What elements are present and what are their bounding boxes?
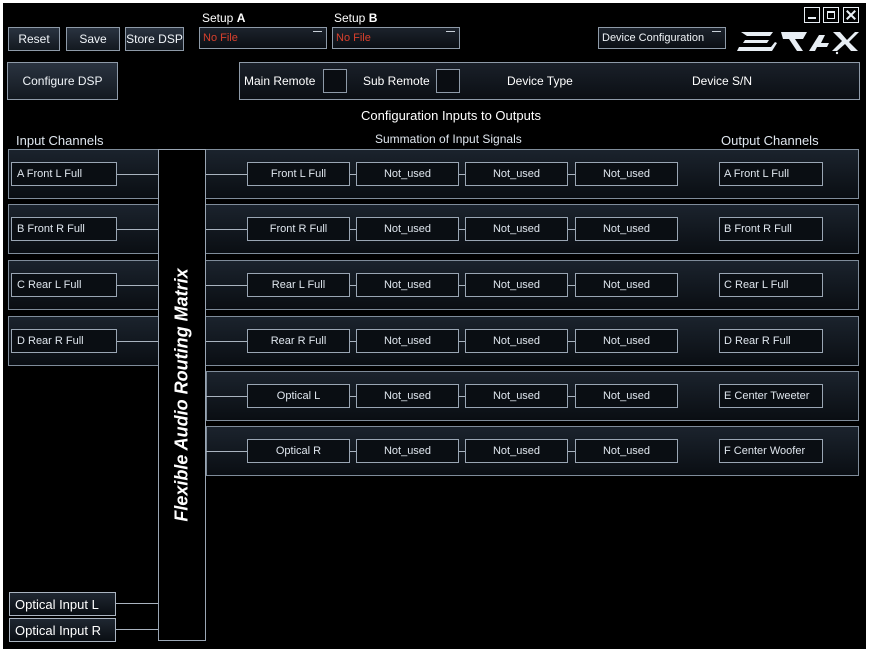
summation-slot[interactable]: Not_used <box>575 439 678 463</box>
output-channel[interactable]: C Rear L Full <box>719 273 823 297</box>
setup-a-value: No File <box>203 32 238 44</box>
summation-slot[interactable]: Not_used <box>356 273 459 297</box>
connector-line <box>116 603 158 604</box>
output-channel[interactable]: D Rear R Full <box>719 329 823 353</box>
summation-slot[interactable]: Not_used <box>465 329 568 353</box>
connector-line <box>206 229 247 230</box>
connector-line <box>117 285 158 286</box>
output-channel[interactable]: B Front R Full <box>719 217 823 241</box>
summation-slot[interactable]: Not_used <box>356 329 459 353</box>
connector-line <box>117 341 158 342</box>
summation-slot[interactable]: Optical R <box>247 439 350 463</box>
connector-line <box>117 229 158 230</box>
connector-line <box>568 396 575 397</box>
summation-slot[interactable]: Not_used <box>465 217 568 241</box>
setup-a-dropdown[interactable]: No File <box>199 27 327 49</box>
summation-heading: Summation of Input Signals <box>375 132 522 146</box>
main-remote-indicator <box>323 69 347 93</box>
sub-remote-indicator <box>436 69 460 93</box>
input-channel[interactable]: D Rear R Full <box>11 329 117 353</box>
summation-slot[interactable]: Not_used <box>356 384 459 408</box>
summation-slot[interactable]: Not_used <box>575 273 678 297</box>
summation-slot[interactable]: Not_used <box>465 162 568 186</box>
connector-line <box>568 229 575 230</box>
configure-dsp-button[interactable]: Configure DSP <box>7 62 118 100</box>
input-channel[interactable]: B Front R Full <box>11 217 117 241</box>
summation-slot[interactable]: Rear L Full <box>247 273 350 297</box>
output-channels-heading: Output Channels <box>721 133 819 148</box>
setup-a-label: Setup A <box>202 11 246 25</box>
output-channel[interactable]: F Center Woofer <box>719 439 823 463</box>
connector-line <box>116 629 158 630</box>
connector-line <box>568 174 575 175</box>
routing-matrix: Flexible Audio Routing Matrix <box>158 149 206 641</box>
device-type-label: Device Type <box>507 74 573 88</box>
setup-b-label: Setup B <box>334 11 378 25</box>
summation-slot[interactable]: Front R Full <box>247 217 350 241</box>
sub-remote-label: Sub Remote <box>363 74 430 88</box>
input-channel[interactable]: C Rear L Full <box>11 273 117 297</box>
connector-line <box>206 341 247 342</box>
setup-b-value: No File <box>336 32 371 44</box>
brax-logo <box>737 32 859 55</box>
device-info-panel: Main Remote Sub Remote Device Type Devic… <box>239 62 860 100</box>
summation-slot[interactable]: Not_used <box>356 162 459 186</box>
summation-slot[interactable]: Optical L <box>247 384 350 408</box>
summation-slot[interactable]: Not_used <box>465 384 568 408</box>
summation-slot[interactable]: Not_used <box>575 162 678 186</box>
close-icon[interactable] <box>843 7 859 23</box>
dropdown-indicator-icon <box>712 31 721 32</box>
device-configuration-dropdown[interactable]: Device Configuration <box>598 27 726 49</box>
summation-slot[interactable]: Not_used <box>575 384 678 408</box>
store-dsp-button[interactable]: Store DSP <box>125 27 184 51</box>
app-window: Reset Save Store DSP Setup A No File Set… <box>3 3 866 649</box>
summation-slot[interactable]: Rear R Full <box>247 329 350 353</box>
output-channel[interactable]: A Front L Full <box>719 162 823 186</box>
optical-input-l[interactable]: Optical Input L <box>9 592 116 616</box>
connector-line <box>206 285 247 286</box>
save-button[interactable]: Save <box>66 27 120 51</box>
summation-slot[interactable]: Not_used <box>356 217 459 241</box>
summation-slot[interactable]: Not_used <box>465 273 568 297</box>
summation-slot[interactable]: Not_used <box>465 439 568 463</box>
summation-slot[interactable]: Front L Full <box>247 162 350 186</box>
summation-slot[interactable]: Not_used <box>356 439 459 463</box>
dropdown-indicator-icon <box>446 31 455 32</box>
device-configuration-label: Device Configuration <box>602 32 705 44</box>
maximize-icon[interactable] <box>823 7 839 23</box>
device-sn-label: Device S/N <box>692 74 753 88</box>
output-channel[interactable]: E Center Tweeter <box>719 384 823 408</box>
main-remote-label: Main Remote <box>244 74 316 88</box>
connector-line <box>568 341 575 342</box>
connector-line <box>568 285 575 286</box>
connector-line <box>206 451 247 452</box>
dropdown-indicator-icon <box>313 31 322 32</box>
config-title: Configuration Inputs to Outputs <box>361 108 541 123</box>
routing-matrix-label: Flexible Audio Routing Matrix <box>171 268 192 522</box>
input-channel[interactable]: A Front L Full <box>11 162 117 186</box>
connector-line <box>568 451 575 452</box>
input-channels-heading: Input Channels <box>16 133 104 148</box>
optical-input-r[interactable]: Optical Input R <box>9 618 116 642</box>
connector-line <box>206 396 247 397</box>
reset-button[interactable]: Reset <box>8 27 60 51</box>
connector-line <box>117 174 158 175</box>
summation-slot[interactable]: Not_used <box>575 329 678 353</box>
setup-b-dropdown[interactable]: No File <box>332 27 460 49</box>
minimize-icon[interactable] <box>804 7 820 23</box>
summation-slot[interactable]: Not_used <box>575 217 678 241</box>
connector-line <box>206 174 247 175</box>
